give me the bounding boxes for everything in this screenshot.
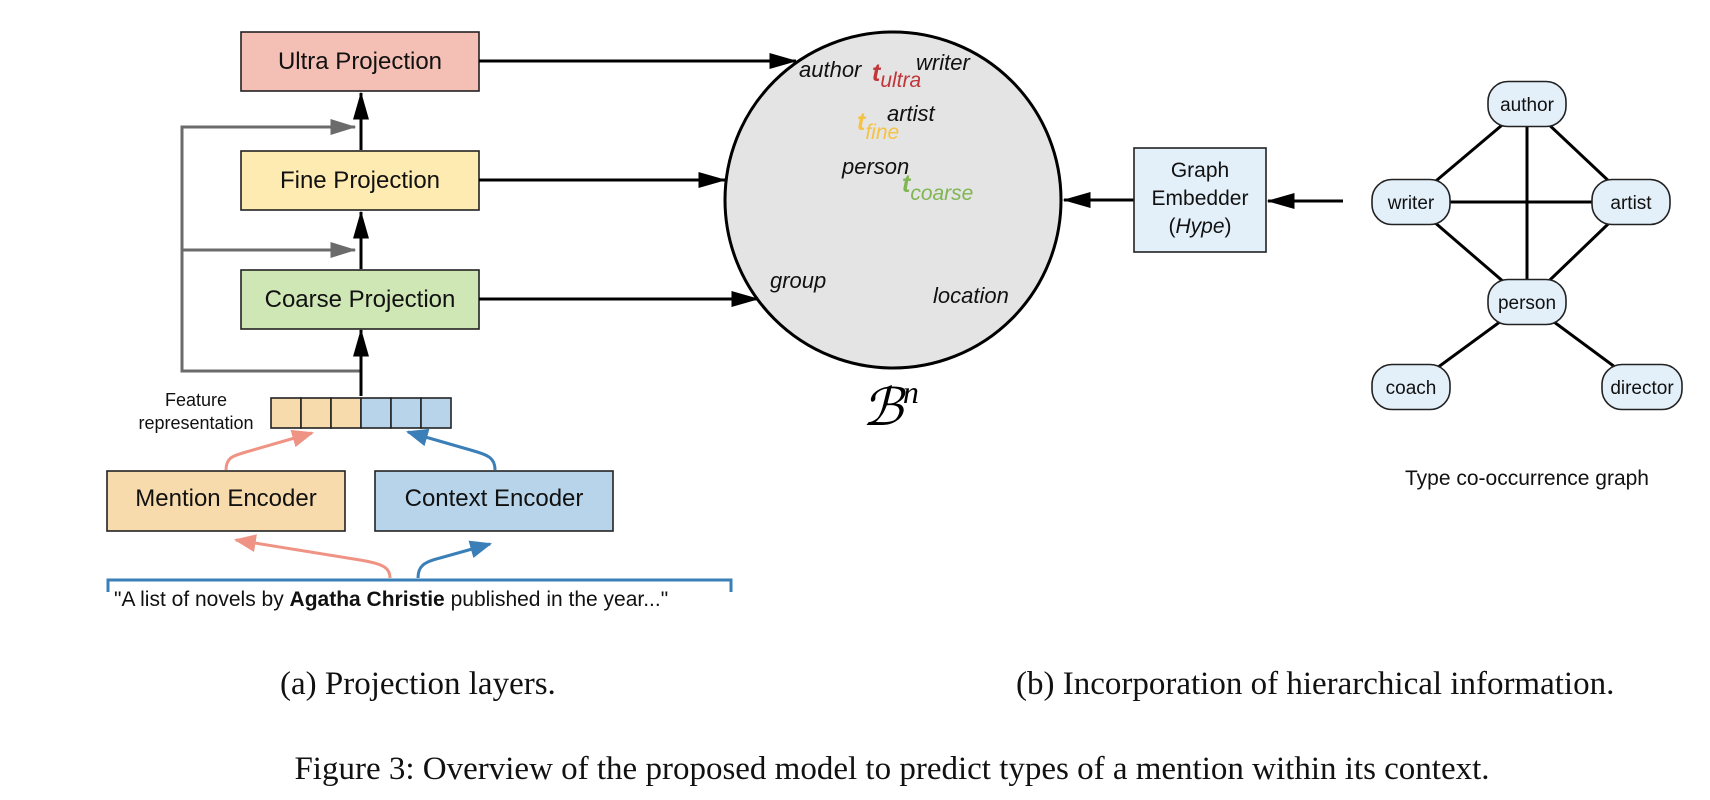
graph-node-artist: artist (1591, 178, 1671, 226)
coarse-projection-box: Coarse Projection (240, 269, 480, 330)
subcaption-b: (b) Incorporation of hierarchical inform… (1016, 666, 1614, 702)
graph-embedder-line2: Embedder (1152, 187, 1249, 210)
graph-embedder-line1: Graph (1171, 159, 1229, 182)
ball-word-group: group (770, 268, 826, 293)
ball-word-writer: writer (916, 50, 971, 75)
feature-cell-context (360, 397, 392, 429)
mention-encoder-label: Mention Encoder (135, 485, 316, 512)
ball-symbol: ℬn (862, 374, 919, 437)
feature-label-line1: Feature (165, 390, 227, 410)
context-encoder-box: Context Encoder (374, 470, 614, 532)
hyperbolic-ball: author writer artist person group locati… (723, 30, 1063, 437)
graph-embedder-line3: (Hype) (1168, 215, 1231, 238)
input-to-mention-arrow (233, 534, 392, 579)
graph-edges (1410, 102, 1643, 389)
panel-hierarchical-information: Graph Embedder (Hype) author writer artist… (1062, 80, 1683, 490)
graph-node-director: director (1601, 363, 1683, 411)
input-sentence-after: published in the year..." (445, 588, 668, 611)
input-to-context-arrow (416, 540, 493, 579)
panel-projection-layers: Ultra Projection Fine Projection Coarse … (106, 31, 798, 611)
feature-cell-mention (300, 397, 332, 429)
input-sentence-before: "A list of novels by (114, 588, 290, 611)
input-sentence: "A list of novels by Agatha Christie pub… (114, 588, 668, 611)
graph-node-writer: writer (1371, 178, 1451, 226)
ball-word-person: person (841, 154, 909, 179)
ball-word-author: author (799, 57, 863, 82)
graph-node-label: person (1498, 293, 1556, 314)
feature-cell-mention (330, 397, 362, 429)
feature-cell-context (390, 397, 422, 429)
ball-word-location: location (933, 283, 1009, 308)
graph-node-label: director (1610, 378, 1674, 399)
graph-node-coach: coach (1371, 363, 1451, 411)
context-encoder-label: Context Encoder (405, 485, 584, 512)
graph-node-label: author (1500, 95, 1555, 116)
mention-to-feature-arrow (224, 429, 315, 471)
fine-projection-label: Fine Projection (280, 167, 440, 194)
coarse-projection-label: Coarse Projection (265, 286, 456, 313)
input-mention: Agatha Christie (290, 588, 445, 611)
feature-cell-mention (270, 397, 302, 429)
feature-representation-vector (270, 397, 452, 429)
context-to-feature-arrow (405, 428, 497, 471)
ultra-projection-label: Ultra Projection (278, 48, 442, 75)
figure-caption: Figure 3: Overview of the proposed model… (294, 751, 1489, 787)
feature-cell-context (420, 397, 452, 429)
graph-title: Type co-occurrence graph (1405, 467, 1649, 490)
graph-node-label: artist (1610, 193, 1652, 214)
figure-canvas: Ultra Projection Fine Projection Coarse … (106, 30, 1683, 787)
feature-label-line2: representation (138, 413, 253, 433)
graph-node-label: writer (1387, 193, 1435, 214)
ultra-projection-box: Ultra Projection (240, 31, 480, 92)
graph-embedder-box: Graph Embedder (Hype) (1133, 147, 1267, 253)
graph-node-person: person (1487, 278, 1567, 326)
subcaption-a: (a) Projection layers. (280, 666, 556, 702)
fine-projection-box: Fine Projection (240, 150, 480, 211)
graph-node-label: coach (1386, 378, 1437, 399)
graph-node-author: author (1487, 80, 1567, 128)
mention-encoder-box: Mention Encoder (106, 470, 346, 532)
